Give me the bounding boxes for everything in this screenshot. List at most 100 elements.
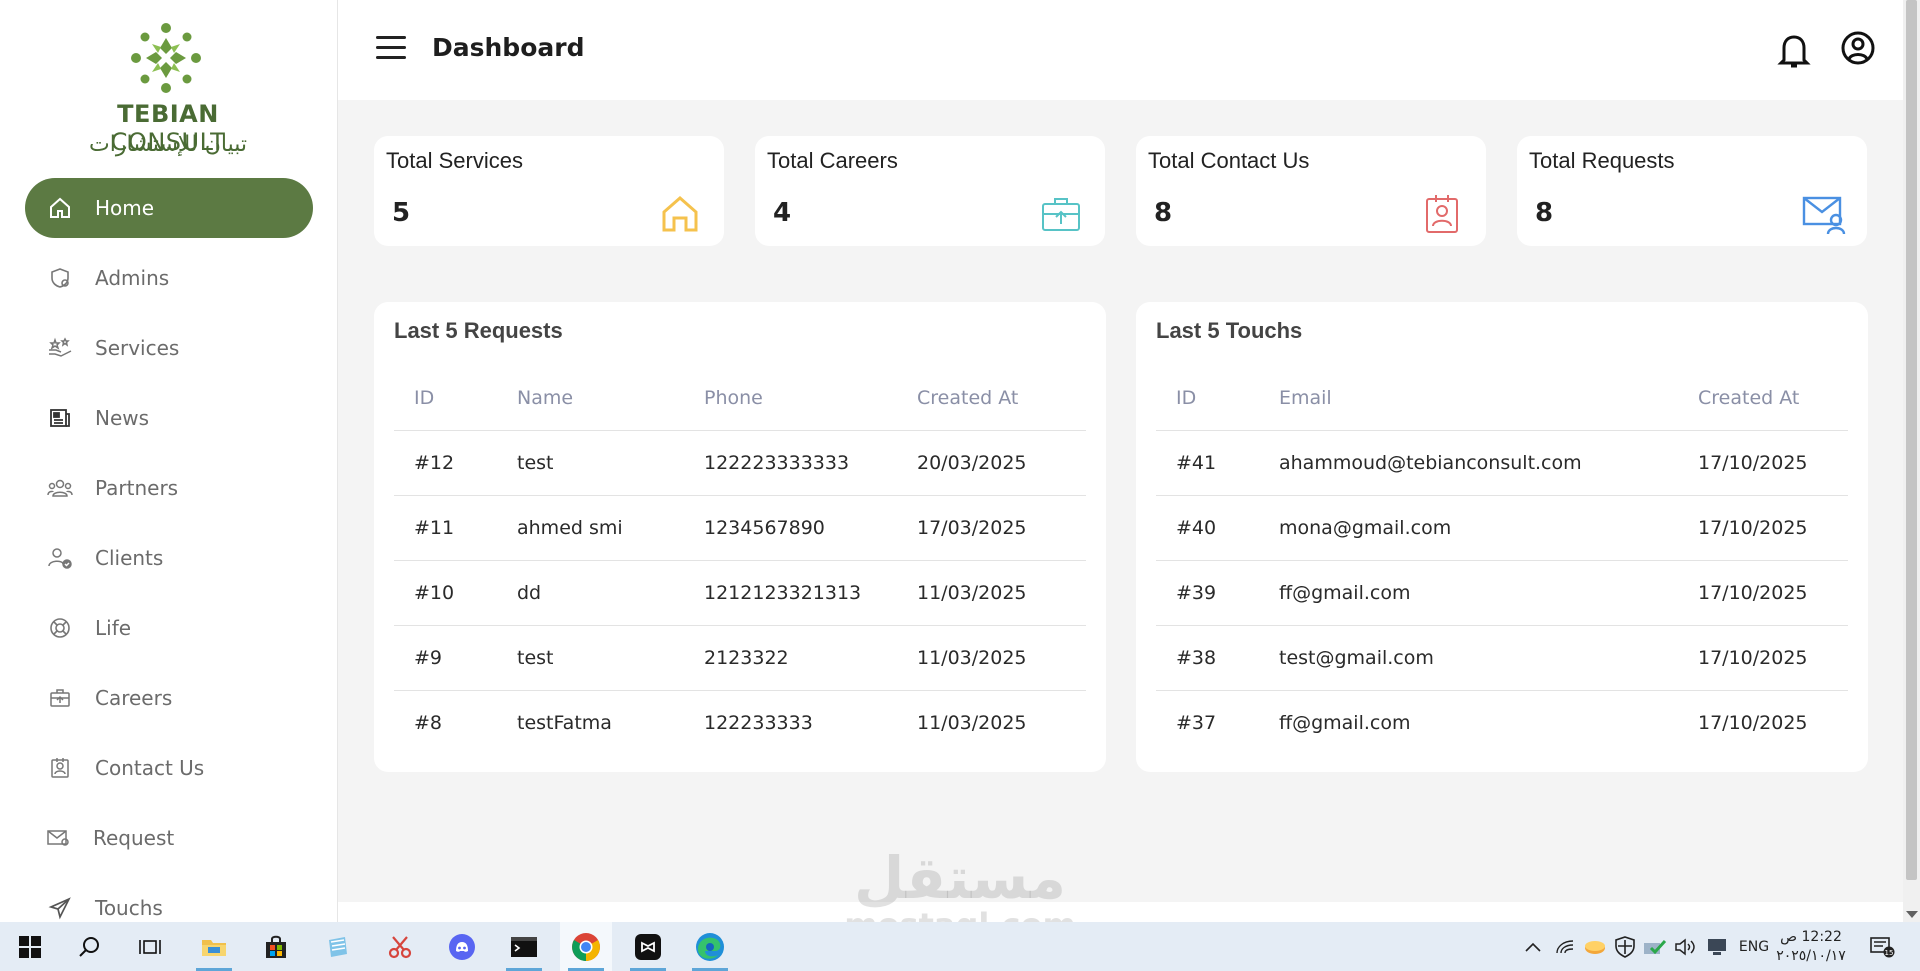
- table-row[interactable]: #8 testFatma 122233333 11/03/2025: [394, 690, 1086, 755]
- stat-value: 8: [1535, 198, 1554, 228]
- contact-badge-icon: [1426, 195, 1458, 233]
- notification-center-icon[interactable]: 15: [1862, 922, 1902, 971]
- cell-name: testFatma: [517, 711, 612, 734]
- table-row[interactable]: #41 ahammoud@tebianconsult.com 17/10/202…: [1156, 430, 1848, 496]
- sidebar-item-label: Contact Us: [95, 756, 205, 780]
- sidebar-item-label: Partners: [95, 476, 179, 500]
- cell-name: ahmed smi: [497, 495, 684, 561]
- table-header-row: ID Email Created At: [1156, 366, 1848, 431]
- discord-icon[interactable]: [436, 922, 488, 971]
- security-shield-icon[interactable]: [1610, 922, 1640, 971]
- task-view-icon[interactable]: [124, 922, 176, 971]
- sidebar-item-services[interactable]: Services: [25, 318, 313, 378]
- cell-created-at: 11/03/2025: [917, 711, 1027, 734]
- notepad-app-icon[interactable]: [312, 922, 364, 971]
- sidebar-item-partners[interactable]: Partners: [25, 458, 313, 518]
- tray-expand-icon[interactable]: [1518, 922, 1548, 971]
- stat-label: Total Services: [386, 148, 523, 173]
- app-tray-icon[interactable]: [1580, 922, 1610, 971]
- cell-created-at: 17/10/2025: [1678, 560, 1848, 626]
- vertical-scrollbar[interactable]: [1903, 0, 1920, 922]
- microsoft-store-icon[interactable]: [250, 922, 302, 971]
- cell-id: #39: [1156, 560, 1259, 626]
- cell-created-at: 17/10/2025: [1678, 495, 1848, 561]
- windows-start-icon[interactable]: [4, 922, 56, 971]
- windows-taskbar: ENG 12:22 ص ٢٠٢٥/١٠/١٧ 15: [0, 922, 1920, 971]
- sidebar-item-label: Admins: [95, 266, 170, 290]
- notification-bell-icon[interactable]: [1776, 30, 1812, 70]
- sidebar-item-label: Careers: [95, 686, 173, 710]
- chrome-icon[interactable]: [560, 922, 612, 971]
- user-profile-icon[interactable]: [1840, 30, 1876, 66]
- menu-toggle-icon[interactable]: [376, 36, 406, 60]
- sidebar-item-label: Touchs: [95, 896, 163, 920]
- stat-value: 8: [1154, 198, 1173, 228]
- edge-browser-icon[interactable]: [684, 922, 736, 971]
- cell-created-at: 17/10/2025: [1678, 430, 1848, 496]
- scroll-down-arrow-icon[interactable]: [1906, 911, 1918, 918]
- capcut-app-icon[interactable]: [622, 922, 674, 971]
- volume-icon[interactable]: [1670, 922, 1700, 971]
- column-header: Created At: [1678, 366, 1848, 431]
- language-indicator[interactable]: ENG: [1734, 922, 1774, 971]
- table-row[interactable]: #12 test 122223333333 20/03/2025: [394, 430, 1086, 496]
- lifebuoy-icon: [45, 613, 75, 643]
- sidebar-item-touchs[interactable]: Touchs: [25, 878, 313, 922]
- notification-count: 15: [1885, 949, 1894, 957]
- cell-email: ff@gmail.com: [1259, 560, 1678, 626]
- contact-card-icon: [45, 753, 75, 783]
- table-row[interactable]: #39 ff@gmail.com 17/10/2025: [1156, 560, 1848, 626]
- clock-date: ٢٠٢٥/١٠/١٧: [1776, 948, 1846, 964]
- terminal-icon[interactable]: [498, 922, 550, 971]
- table-row[interactable]: #10 dd 1212123321313 11/03/2025: [394, 560, 1086, 626]
- sidebar-item-label: Services: [95, 336, 180, 360]
- cell-name: test: [497, 625, 684, 691]
- cell-name: test: [497, 430, 684, 496]
- stat-label: Total Requests: [1529, 148, 1675, 173]
- sidebar-item-clients[interactable]: Clients: [25, 528, 313, 588]
- snipping-tool-icon[interactable]: [374, 922, 426, 971]
- last-touchs-card: Last 5 Touchs ID Email Created At #41 ah…: [1136, 302, 1868, 772]
- column-header: Email: [1259, 366, 1678, 431]
- stat-card-total-careers[interactable]: Total Careers 4: [755, 136, 1105, 246]
- sidebar-item-request[interactable]: Request: [25, 808, 313, 868]
- stat-card-total-requests[interactable]: Total Requests 8: [1517, 136, 1867, 246]
- sidebar-item-news[interactable]: News: [25, 388, 313, 448]
- wifi-icon[interactable]: [1550, 922, 1580, 971]
- table-row[interactable]: #9 test 2123322 11/03/2025: [394, 625, 1086, 691]
- table-row[interactable]: #38 test@gmail.com 17/10/2025: [1156, 625, 1848, 691]
- search-icon[interactable]: [64, 922, 116, 971]
- brand-logo[interactable]: TEBIAN CONSULT تبيان للإستشارات: [58, 20, 278, 160]
- clock[interactable]: 12:22 ص ٢٠٢٥/١٠/١٧: [1776, 928, 1846, 966]
- stat-label: Total Careers: [767, 148, 898, 173]
- cell-id: #38: [1156, 625, 1259, 691]
- sync-check-icon[interactable]: [1640, 922, 1670, 971]
- stat-card-total-services[interactable]: Total Services 5: [374, 136, 724, 246]
- mail-user-icon: [1802, 196, 1846, 235]
- cell-created-at: 17/10/2025: [1678, 625, 1848, 691]
- table-row[interactable]: #37 ff@gmail.com 17/10/2025: [1156, 690, 1848, 755]
- sidebar-item-home[interactable]: Home: [25, 178, 313, 238]
- sidebar-item-careers[interactable]: Careers: [25, 668, 313, 728]
- table-row[interactable]: #40 mona@gmail.com 17/10/2025: [1156, 495, 1848, 561]
- table-row[interactable]: #11 ahmed smi 1234567890 17/03/2025: [394, 495, 1086, 561]
- column-header: Created At: [897, 366, 1086, 431]
- table-header-row: ID Name Phone Created At: [394, 366, 1086, 431]
- cell-id: #10: [394, 560, 497, 626]
- scrollbar-thumb[interactable]: [1906, 0, 1917, 880]
- touchs-table: ID Email Created At #41 ahammoud@tebianc…: [1156, 366, 1848, 755]
- sidebar-item-contact-us[interactable]: Contact Us: [25, 738, 313, 798]
- card-title: Last 5 Touchs: [1156, 318, 1303, 343]
- cell-id: #41: [1156, 430, 1259, 496]
- sidebar-item-life[interactable]: Life: [25, 598, 313, 658]
- clients-user-check-icon: [45, 543, 75, 573]
- file-explorer-icon[interactable]: [188, 922, 240, 971]
- sidebar-item-label: Request: [93, 826, 175, 850]
- clock-time: 12:22 ص: [1780, 929, 1842, 945]
- sidebar-item-admins[interactable]: Admins: [25, 248, 313, 308]
- display-icon[interactable]: [1702, 922, 1732, 971]
- stat-card-total-contact-us[interactable]: Total Contact Us 8: [1136, 136, 1486, 246]
- brand-arabic-name: تبيان للإستشارات: [89, 132, 247, 157]
- column-header: ID: [1156, 366, 1259, 431]
- cell-id: #40: [1156, 495, 1259, 561]
